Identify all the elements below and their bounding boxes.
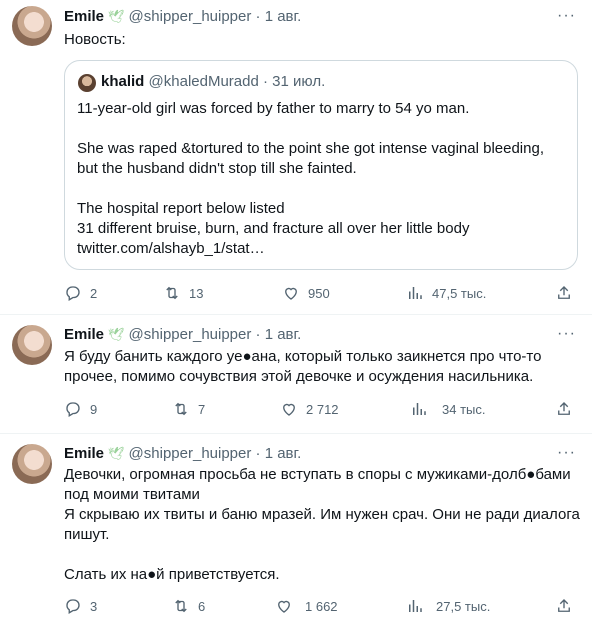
dove-icon: 🕊 bbox=[108, 327, 125, 342]
like-button[interactable]: 2 712 bbox=[280, 399, 339, 419]
like-count: 1 662 bbox=[305, 598, 338, 614]
more-options-icon[interactable]: ··· bbox=[557, 325, 576, 343]
like-button[interactable]: 1 662 bbox=[275, 596, 338, 616]
views-button[interactable]: 27,5 тыс. bbox=[406, 596, 490, 616]
reply-count: 2 bbox=[90, 285, 98, 301]
like-button[interactable]: 950 bbox=[282, 283, 330, 303]
retweet-button[interactable]: 7 bbox=[172, 399, 205, 419]
retweet-icon bbox=[175, 402, 187, 416]
share-icon bbox=[558, 599, 570, 612]
tweet-date[interactable]: 1 авг. bbox=[265, 445, 302, 462]
tweet-header: Emile 🕊 @shipper_huipper · 1 авг. bbox=[64, 7, 301, 27]
views-button[interactable]: 34 тыс. bbox=[410, 399, 485, 419]
action-bar: 2 13 950 47,5 тыс. bbox=[64, 283, 580, 303]
dot-separator: · bbox=[255, 445, 261, 462]
reply-button[interactable]: 3 bbox=[64, 596, 97, 616]
dot-separator: · bbox=[255, 326, 261, 343]
tweet-date[interactable]: 1 авг. bbox=[265, 8, 302, 25]
like-count: 2 712 bbox=[306, 401, 339, 417]
views-count: 27,5 тыс. bbox=[436, 598, 491, 614]
retweet-icon bbox=[166, 286, 178, 300]
heart-icon bbox=[278, 600, 290, 613]
dove-icon: 🕊 bbox=[108, 9, 125, 24]
reply-icon bbox=[66, 599, 80, 614]
action-bar: 3 6 1 662 27,5 тыс. bbox=[64, 596, 580, 616]
author-handle[interactable]: @shipper_huipper bbox=[129, 445, 252, 462]
views-icon bbox=[409, 287, 422, 299]
dot-separator: · bbox=[255, 8, 261, 25]
heart-icon bbox=[285, 287, 297, 300]
retweet-button[interactable]: 6 bbox=[172, 596, 205, 616]
quoted-header: khalid @khaledMuradd · 31 июл. bbox=[101, 72, 325, 92]
author-handle[interactable]: @shipper_huipper bbox=[129, 326, 252, 343]
views-count: 47,5 тыс. bbox=[432, 285, 487, 301]
quoted-avatar bbox=[78, 74, 96, 92]
tweet-text: Новость: bbox=[64, 31, 126, 48]
tweet[interactable]: Emile 🕊 @shipper_huipper · 1 авг. ··· Ново… bbox=[0, 0, 592, 315]
tweet-text: Девочки, огромная просьба не вступать в … bbox=[64, 466, 580, 583]
author-name[interactable]: Emile bbox=[64, 445, 104, 462]
like-count: 950 bbox=[308, 285, 330, 301]
tweet-header: Emile 🕊 @shipper_huipper · 1 авг. bbox=[64, 444, 301, 464]
author-name[interactable]: Emile bbox=[64, 8, 104, 25]
share-icon bbox=[558, 286, 570, 299]
action-bar: 9 7 2 712 34 тыс. bbox=[64, 399, 580, 419]
tweet-text: Я буду банить каждого уе●ана, который то… bbox=[64, 348, 542, 385]
share-icon bbox=[558, 402, 570, 415]
share-button[interactable] bbox=[555, 399, 573, 419]
heart-icon bbox=[283, 403, 295, 416]
retweet-count: 7 bbox=[198, 401, 206, 417]
reply-button[interactable]: 2 bbox=[64, 283, 97, 303]
tweet[interactable]: Emile 🕊 @shipper_huipper · 1 авг. ··· Я бу… bbox=[0, 315, 592, 433]
author-name[interactable]: Emile bbox=[64, 326, 104, 343]
dove-icon: 🕊 bbox=[108, 446, 125, 461]
quoted-tweet[interactable]: khalid @khaledMuradd · 31 июл. 11-year-o… bbox=[64, 60, 578, 270]
tweet-header: Emile 🕊 @shipper_huipper · 1 авг. bbox=[64, 325, 301, 345]
views-button[interactable]: 47,5 тыс. bbox=[406, 283, 486, 303]
views-icon bbox=[413, 403, 426, 415]
share-button[interactable] bbox=[555, 596, 573, 616]
share-button[interactable] bbox=[555, 283, 573, 303]
quoted-author-handle: @khaledMuradd bbox=[148, 73, 259, 90]
avatar[interactable] bbox=[12, 325, 52, 365]
quoted-text: 11-year-old girl was forced by father to… bbox=[77, 100, 544, 257]
reply-count: 9 bbox=[90, 401, 98, 417]
avatar[interactable] bbox=[12, 444, 52, 484]
retweet-button[interactable]: 13 bbox=[163, 283, 203, 303]
views-icon bbox=[409, 600, 422, 612]
retweet-icon bbox=[175, 599, 187, 613]
retweet-count: 13 bbox=[189, 285, 204, 301]
reply-icon bbox=[66, 402, 80, 417]
tweet[interactable]: Emile 🕊 @shipper_huipper · 1 авг. ··· Дево… bbox=[0, 434, 592, 624]
tweet-date[interactable]: 1 авг. bbox=[265, 326, 302, 343]
quoted-author-name: khalid bbox=[101, 73, 145, 90]
avatar[interactable] bbox=[12, 6, 52, 46]
dot-separator: · bbox=[263, 73, 268, 90]
reply-icon bbox=[66, 286, 80, 301]
quoted-date: 31 июл. bbox=[272, 73, 326, 90]
more-options-icon[interactable]: ··· bbox=[557, 444, 576, 462]
more-options-icon[interactable]: ··· bbox=[557, 7, 576, 25]
views-count: 34 тыс. bbox=[442, 401, 486, 417]
author-handle[interactable]: @shipper_huipper bbox=[129, 8, 252, 25]
reply-count: 3 bbox=[90, 598, 98, 614]
reply-button[interactable]: 9 bbox=[64, 399, 97, 419]
retweet-count: 6 bbox=[198, 598, 206, 614]
